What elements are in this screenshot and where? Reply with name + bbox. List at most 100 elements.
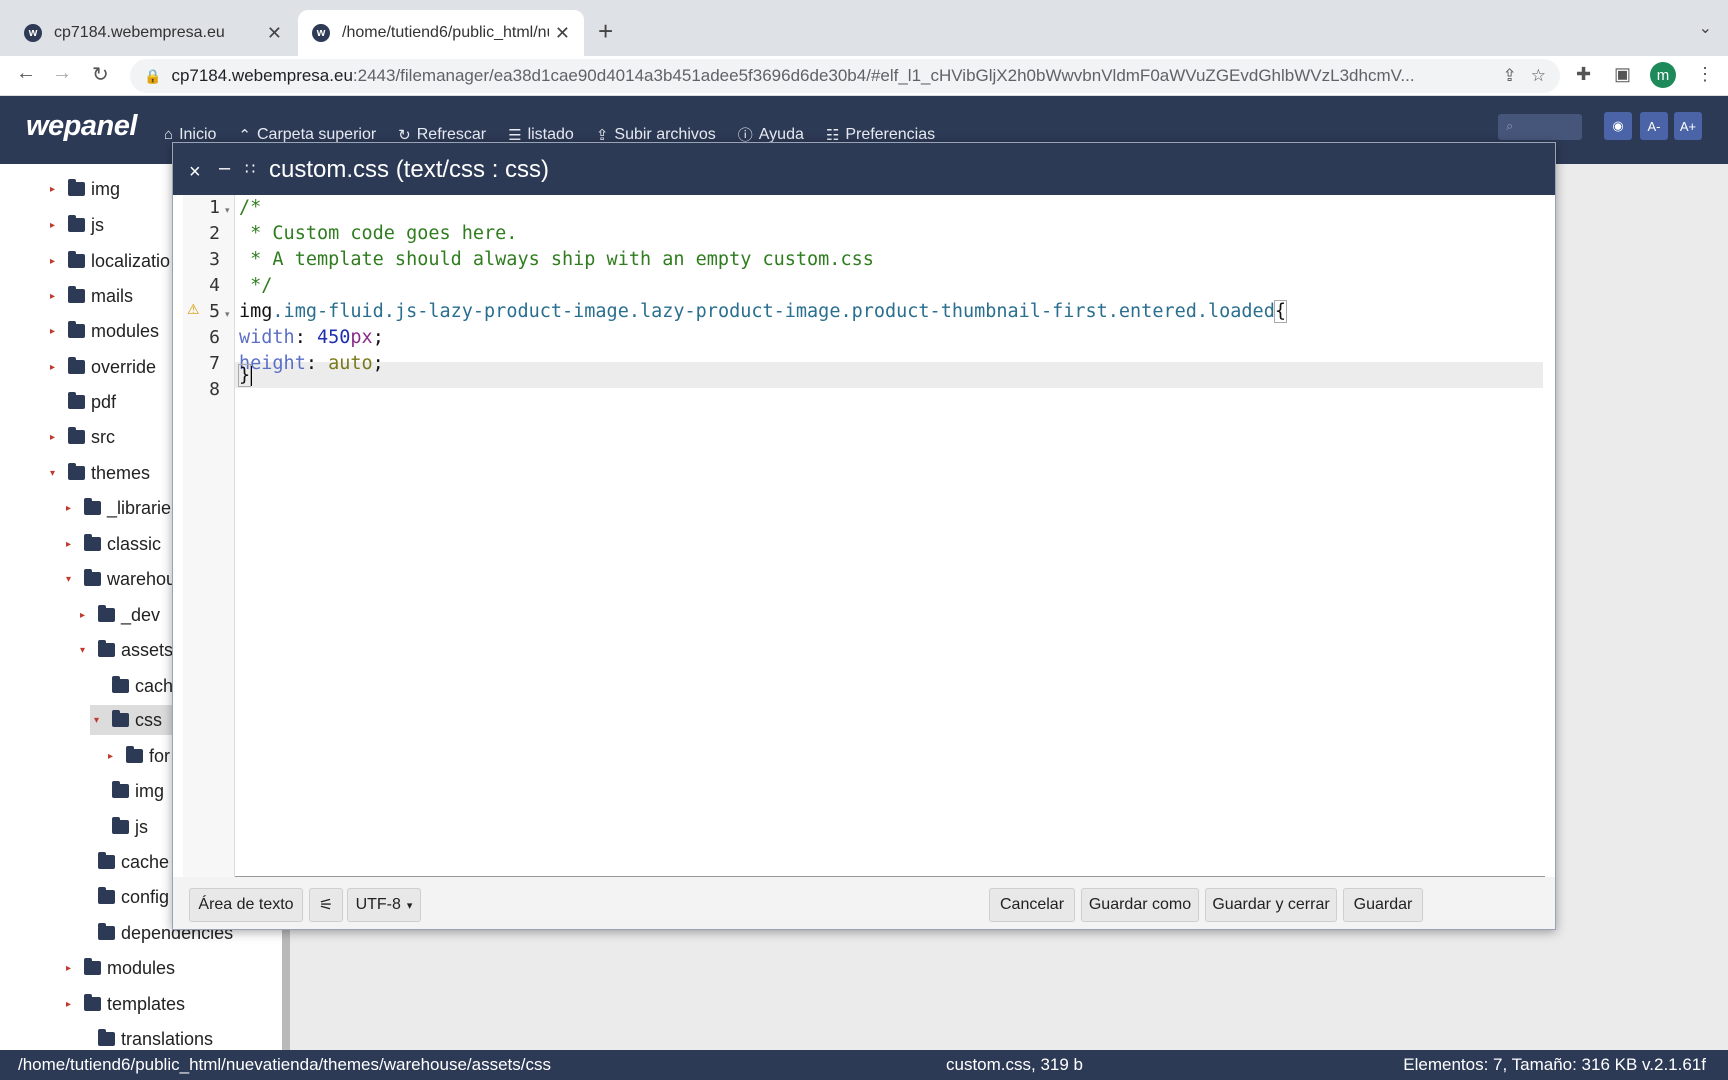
lock-icon: 🔒 bbox=[144, 67, 162, 84]
folder-icon bbox=[98, 852, 115, 869]
folder-icon bbox=[98, 887, 115, 904]
tree-item-modules[interactable]: ▸ modules bbox=[50, 316, 159, 346]
reload-icon[interactable]: ↻ bbox=[92, 62, 109, 87]
folder-open-icon bbox=[112, 710, 129, 727]
tree-item-localization[interactable]: ▸ localizatio bbox=[50, 246, 170, 276]
search-input[interactable]: ⌕ bbox=[1498, 114, 1582, 140]
encoding-select[interactable]: UTF-8 ▾ bbox=[347, 888, 421, 922]
folder-icon bbox=[98, 605, 115, 622]
tree-item-img[interactable]: img bbox=[94, 776, 164, 806]
tree-item-assets[interactable]: ▾ assets bbox=[80, 635, 173, 665]
tab-close-icon[interactable]: ✕ bbox=[555, 23, 570, 44]
tree-item-libraries[interactable]: ▸ _librarie bbox=[66, 493, 171, 523]
status-file: custom.css, 319 b bbox=[946, 1055, 1084, 1074]
browser-tab-1[interactable]: w cp7184.webempresa.eu ✕ bbox=[10, 10, 296, 56]
tree-item-pdf[interactable]: pdf bbox=[50, 387, 116, 417]
line-number: 8 bbox=[209, 379, 220, 400]
line-number: 7 bbox=[209, 353, 220, 374]
tree-item-modules[interactable]: ▸ modules bbox=[66, 953, 175, 983]
folder-icon bbox=[98, 923, 115, 940]
tree-item-src[interactable]: ▸ src bbox=[50, 422, 115, 452]
star-icon[interactable]: ☆ bbox=[1531, 66, 1546, 86]
drag-handle-icon[interactable]: ∷ bbox=[245, 159, 255, 179]
code-line-7: height: auto; bbox=[239, 353, 384, 374]
folder-icon bbox=[68, 215, 85, 232]
cancel-button[interactable]: Cancelar bbox=[989, 888, 1075, 922]
address-bar[interactable]: 🔒 cp7184.webempresa.eu:2443/filemanager/… bbox=[130, 59, 1560, 93]
save-button[interactable]: Guardar bbox=[1343, 888, 1423, 922]
wepanel-favicon-icon: w bbox=[312, 24, 330, 42]
refresh-icon: ↻ bbox=[398, 126, 411, 144]
eye-icon[interactable]: ◉ bbox=[1604, 112, 1632, 140]
minimize-icon[interactable]: – bbox=[219, 157, 230, 180]
dialog-titlebar[interactable]: × – ∷ custom.css (text/css : css) bbox=[173, 143, 1555, 195]
text-cursor bbox=[250, 366, 253, 386]
forward-arrow-icon[interactable]: → bbox=[52, 62, 72, 85]
folder-icon bbox=[98, 640, 115, 657]
font-smaller-button[interactable]: A- bbox=[1640, 112, 1668, 140]
folder-icon bbox=[112, 781, 129, 798]
tree-item-mails[interactable]: ▸ mails bbox=[50, 281, 133, 311]
tab-close-icon[interactable]: ✕ bbox=[267, 23, 282, 44]
tree-item-themes[interactable]: ▾ themes bbox=[50, 458, 150, 488]
close-icon[interactable]: × bbox=[189, 161, 201, 184]
editor-dialog: × – ∷ custom.css (text/css : css) 1 ▾ 2 … bbox=[172, 142, 1556, 930]
tree-item-templates[interactable]: ▸ templates bbox=[66, 989, 185, 1019]
folder-icon bbox=[84, 534, 101, 551]
profile-avatar[interactable]: m bbox=[1650, 62, 1676, 88]
folder-icon bbox=[112, 817, 129, 834]
line-gutter: 1 ▾ 2 3 4 ⚠ 5 ▾ 6 7 8 bbox=[183, 195, 235, 877]
status-path: /home/tutiend6/public_html/nuevatienda/t… bbox=[18, 1055, 551, 1074]
code-editor[interactable]: 1 ▾ 2 3 4 ⚠ 5 ▾ 6 7 8 /* * Custom code g… bbox=[183, 195, 1545, 877]
code-line-8: } bbox=[237, 364, 253, 387]
folder-icon bbox=[68, 392, 85, 409]
tree-item-cache[interactable]: cache bbox=[80, 847, 169, 877]
save-as-button[interactable]: Guardar como bbox=[1081, 888, 1199, 922]
line-number: 2 bbox=[209, 223, 220, 244]
textarea-mode-button[interactable]: Área de texto bbox=[189, 888, 303, 922]
sliders-icon: ☷ bbox=[825, 126, 840, 144]
tree-item-js[interactable]: js bbox=[94, 812, 148, 842]
tree-item-img[interactable]: ▸ img bbox=[50, 174, 120, 204]
code-line-5: img.img-fluid.js-lazy-product-image.lazy… bbox=[239, 300, 1287, 323]
tree-item-classic[interactable]: ▸ classic bbox=[66, 529, 161, 559]
folder-icon bbox=[84, 498, 101, 515]
more-menu-icon[interactable]: ⋮ bbox=[1696, 64, 1714, 85]
chevron-down-icon: ▾ bbox=[406, 899, 413, 912]
browser-toolbar: ← → ↻ 🔒 cp7184.webempresa.eu:2443/filema… bbox=[0, 56, 1728, 96]
wepanel-logo: wepanel bbox=[26, 110, 137, 142]
tree-item-fonts[interactable]: ▸ for bbox=[108, 741, 170, 771]
dialog-title: custom.css (text/css : css) bbox=[269, 156, 550, 183]
save-and-close-button[interactable]: Guardar y cerrar bbox=[1205, 888, 1337, 922]
fold-arrow-icon[interactable]: ▾ bbox=[225, 309, 230, 320]
code-line-1: /* bbox=[239, 197, 262, 218]
font-bigger-button[interactable]: A+ bbox=[1674, 112, 1702, 140]
tree-item-warehouse[interactable]: ▾ warehou bbox=[66, 564, 176, 594]
tree-item-config[interactable]: config bbox=[80, 882, 169, 912]
tree-item-translations[interactable]: translations bbox=[80, 1024, 213, 1050]
wepanel-favicon-icon: w bbox=[24, 24, 42, 42]
list-icon: ☰ bbox=[508, 126, 522, 144]
tree-item-js[interactable]: ▸ js bbox=[50, 210, 104, 240]
extensions-icon[interactable]: ✚ bbox=[1576, 64, 1591, 85]
dialog-footer: Área de texto ⚟ UTF-8 ▾ Cancelar Guardar … bbox=[173, 877, 1555, 929]
tree-item-dev[interactable]: ▸ _dev bbox=[80, 600, 160, 630]
tree-item-override[interactable]: ▸ override bbox=[50, 352, 156, 382]
home-icon: ⌂ bbox=[164, 126, 174, 143]
back-arrow-icon[interactable]: ← bbox=[16, 62, 36, 85]
settings-sliders-icon[interactable]: ⚟ bbox=[309, 888, 343, 922]
new-tab-icon[interactable]: + bbox=[598, 16, 613, 47]
tree-item-cache[interactable]: cach bbox=[94, 671, 173, 701]
tab-title: cp7184.webempresa.eu bbox=[54, 24, 225, 41]
sidebar-panel-icon[interactable]: ▣ bbox=[1614, 64, 1631, 85]
upload-icon: ⇪ bbox=[595, 126, 609, 144]
browser-tab-2[interactable]: w /home/tutiend6/public_html/nu ✕ bbox=[298, 10, 584, 56]
code-line-2: * Custom code goes here. bbox=[239, 223, 518, 244]
code-line-4: */ bbox=[239, 275, 273, 296]
share-icon[interactable]: ⇪ bbox=[1503, 66, 1517, 86]
fold-arrow-icon[interactable]: ▾ bbox=[225, 205, 230, 216]
url-text: cp7184.webempresa.eu:2443/filemanager/ea… bbox=[171, 66, 1415, 85]
browser-tabstrip: w cp7184.webempresa.eu ✕ w /home/tutiend… bbox=[0, 0, 1728, 56]
chevron-down-icon[interactable]: ⌄ bbox=[1699, 18, 1712, 38]
line-number: 1 bbox=[209, 197, 220, 218]
